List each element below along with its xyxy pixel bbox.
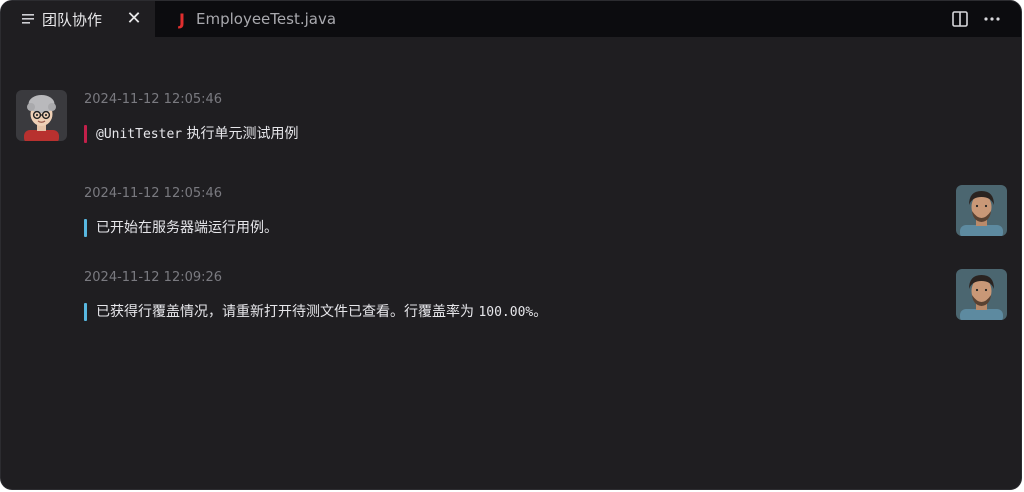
close-icon[interactable]: ✕ [125, 8, 143, 29]
message-content: 已获得行覆盖情况，请重新打开待测文件已查看。行覆盖率为 [96, 304, 479, 320]
message-accent-bar [84, 219, 87, 237]
tab-label: 团队协作 [42, 10, 103, 29]
app-window: 团队协作 ✕ J EmployeeTest.java 2024-11-12 12… [0, 0, 1022, 490]
message-timestamp: 2024-11-12 12:05:46 [84, 92, 223, 107]
tab-actions [951, 1, 1001, 37]
split-editor-icon[interactable] [951, 10, 969, 28]
message-content: 已开始在服务器端运行用例。 [96, 220, 278, 236]
chat-content: 2024-11-12 12:05:46 @UnitTester 执行单元测试用例… [1, 37, 1021, 489]
message-content: 执行单元测试用例 [182, 126, 299, 142]
more-options-icon[interactable] [983, 10, 1001, 28]
message-accent-bar [84, 125, 87, 143]
message-text: 已开始在服务器端运行用例。 [84, 219, 278, 237]
message-timestamp: 2024-11-12 12:09:26 [84, 270, 223, 285]
java-file-icon: J [179, 9, 185, 29]
tab-bar: 团队协作 ✕ J EmployeeTest.java [1, 1, 1021, 37]
tab-label: EmployeeTest.java [196, 10, 337, 28]
coverage-value: 100.00% [478, 305, 534, 320]
agent-avatar[interactable] [956, 185, 1007, 236]
message-text: 已获得行覆盖情况，请重新打开待测文件已查看。行覆盖率为 100.00%。 [84, 303, 547, 322]
message-content-end: 。 [533, 304, 548, 320]
message-timestamp: 2024-11-12 12:05:46 [84, 186, 223, 201]
user-avatar[interactable] [16, 90, 67, 141]
agent-avatar[interactable] [956, 269, 1007, 320]
tab-team-collab[interactable]: 团队协作 ✕ [1, 1, 155, 37]
lines-icon [21, 12, 35, 26]
mention[interactable]: @UnitTester [96, 127, 182, 142]
message-accent-bar [84, 303, 87, 321]
tab-employee-test[interactable]: J EmployeeTest.java [155, 1, 355, 37]
message-text: @UnitTester 执行单元测试用例 [84, 125, 299, 144]
